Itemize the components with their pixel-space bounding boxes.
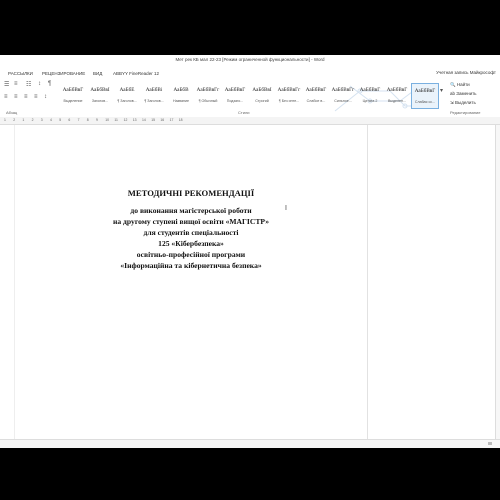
style-item[interactable]: АаБбВвГ Выделен... — [384, 83, 410, 107]
document-area: МЕТОДИЧНІ РЕКОМЕНДАЦІЇ до виконання магі… — [0, 125, 500, 447]
ruler-number: 16 — [160, 118, 165, 122]
show-marks-icon[interactable]: ¶ — [48, 81, 51, 87]
menu-bar: РАССЫЛКИ РЕЦЕНЗИРОВАНИЕ ВИД ABBYY FineRe… — [0, 67, 500, 79]
find-button[interactable]: 🔍 Найти — [450, 82, 470, 88]
style-item[interactable]: АаБбВвГг ¶ Обычный — [195, 83, 221, 107]
text-cursor-icon: I — [285, 205, 287, 212]
ruler-number: 14 — [142, 118, 146, 122]
replace-button[interactable]: ab Заменить — [450, 91, 477, 96]
style-item[interactable]: АаБбВвІ Строгий — [249, 83, 275, 107]
ruler-number: 7 — [77, 118, 80, 122]
paragraph-group-label: Абзац — [6, 110, 18, 115]
ruler-number: 13 — [132, 118, 137, 122]
style-item[interactable]: АаБбВвГ Выделение — [60, 83, 86, 107]
vertical-scrollbar[interactable] — [495, 125, 500, 447]
ruler-number: 8 — [86, 118, 89, 122]
document-title: МЕТОДИЧНІ РЕКОМЕНДАЦІЇ — [127, 188, 255, 198]
document-page[interactable]: МЕТОДИЧНІ РЕКОМЕНДАЦІЇ до виконання магі… — [14, 125, 368, 447]
ruler-number: 4 — [50, 118, 52, 122]
ruler-number: 3 — [40, 118, 43, 122]
horizontal-scrollbar[interactable] — [0, 439, 500, 448]
ruler-number: 10 — [105, 118, 109, 122]
document-line: 125 «Кібербезпека» — [158, 239, 224, 248]
editing-group-label: Редактирование — [450, 110, 481, 115]
style-item-active[interactable]: АаБбВвГ Слабая сс... — [411, 83, 439, 109]
style-item[interactable]: АаБбВвГ Подзаго... — [222, 83, 248, 107]
user-account[interactable]: Учетная запись Майкрософт — [436, 70, 496, 75]
ruler-number: 17 — [169, 118, 174, 122]
style-item[interactable]: АаБбВвІ Заголов... — [87, 83, 113, 107]
style-item[interactable]: АаБбВвГ Слабое в... — [303, 83, 329, 107]
ruler-number: 2 — [13, 118, 16, 122]
document-line: для студентів спеціальності — [143, 228, 239, 237]
justify-icon[interactable]: ≡ — [34, 94, 38, 100]
align-center-icon[interactable]: ≡ — [14, 94, 18, 100]
style-item[interactable]: АаБбЕ ¶ Заголов... — [114, 83, 140, 107]
numbering-icon[interactable]: ≡ — [14, 81, 18, 87]
ruler-number: 12 — [123, 118, 128, 122]
style-item[interactable]: АаБбВвГг Сильное... — [330, 83, 356, 107]
ruler-number: 2 — [31, 118, 34, 122]
title-bar: Мет рек КБ мал 22-23 [Режим ограниченной… — [0, 55, 500, 67]
ruler-number: 5 — [59, 118, 62, 122]
ruler-number: 15 — [151, 118, 155, 122]
style-item[interactable]: АаБбВ Название — [168, 83, 194, 107]
editing-group: 🔍 Найти ab Заменить ⇲ Выделить Редактиро… — [448, 81, 500, 117]
menu-view[interactable]: ВИД — [93, 71, 102, 76]
style-item[interactable]: АаБбВвГ Цитата 2 — [357, 83, 383, 107]
word-window: Мет рек КБ мал 22-23 [Режим ограниченной… — [0, 55, 500, 448]
menu-abbyy[interactable]: ABBYY FineReader 12 — [113, 71, 159, 76]
ribbon: ☰ ≡ ☷ ↕ ¶ ≡ ≡ ≡ ≡ ↕ Абзац АаБбВвГ Выделен… — [0, 79, 500, 118]
menu-review[interactable]: РЕЦЕНЗИРОВАНИЕ — [42, 71, 85, 76]
window-title: Мет рек КБ мал 22-23 [Режим ограниченной… — [175, 57, 325, 62]
scroll-thumb[interactable] — [488, 442, 492, 445]
ruler-number: 1 — [22, 118, 25, 122]
ruler[interactable]: 1 2 1 2 3 4 5 6 7 8 9 10 11 12 13 14 15 16 17 18 — [0, 117, 500, 125]
document-line: «Інформаційна та кібернетична безпека» — [120, 261, 262, 270]
ruler-number: 18 — [178, 118, 183, 122]
styles-group-label: Стили — [238, 110, 250, 115]
align-right-icon[interactable]: ≡ — [24, 94, 28, 100]
ruler-number: 6 — [68, 118, 71, 122]
line-spacing-icon[interactable]: ↕ — [44, 94, 47, 100]
document-line: до виконання магістерської роботи — [130, 206, 252, 215]
document-line: освітньо-професійної програми — [136, 250, 246, 259]
document-line: на другому ступені вищої освіти «МАГІСТР… — [112, 217, 270, 226]
select-button[interactable]: ⇲ Выделить — [450, 100, 476, 106]
ruler-number: 1 — [4, 118, 6, 122]
ruler-number: 11 — [114, 118, 118, 122]
align-left-icon[interactable]: ≡ — [4, 94, 8, 100]
style-item[interactable]: АаБбВі ¶ Заголов... — [141, 83, 167, 107]
bullets-icon[interactable]: ☰ — [4, 81, 9, 88]
multilevel-list-icon[interactable]: ☷ — [26, 81, 31, 88]
style-item[interactable]: АаБбВвГг ¶ Без инте... — [276, 83, 302, 107]
styles-more-icon[interactable]: ▾ — [440, 87, 443, 94]
ruler-number: 9 — [96, 118, 98, 122]
menu-mailings[interactable]: РАССЫЛКИ — [8, 71, 33, 76]
sort-icon[interactable]: ↕ — [38, 81, 41, 87]
